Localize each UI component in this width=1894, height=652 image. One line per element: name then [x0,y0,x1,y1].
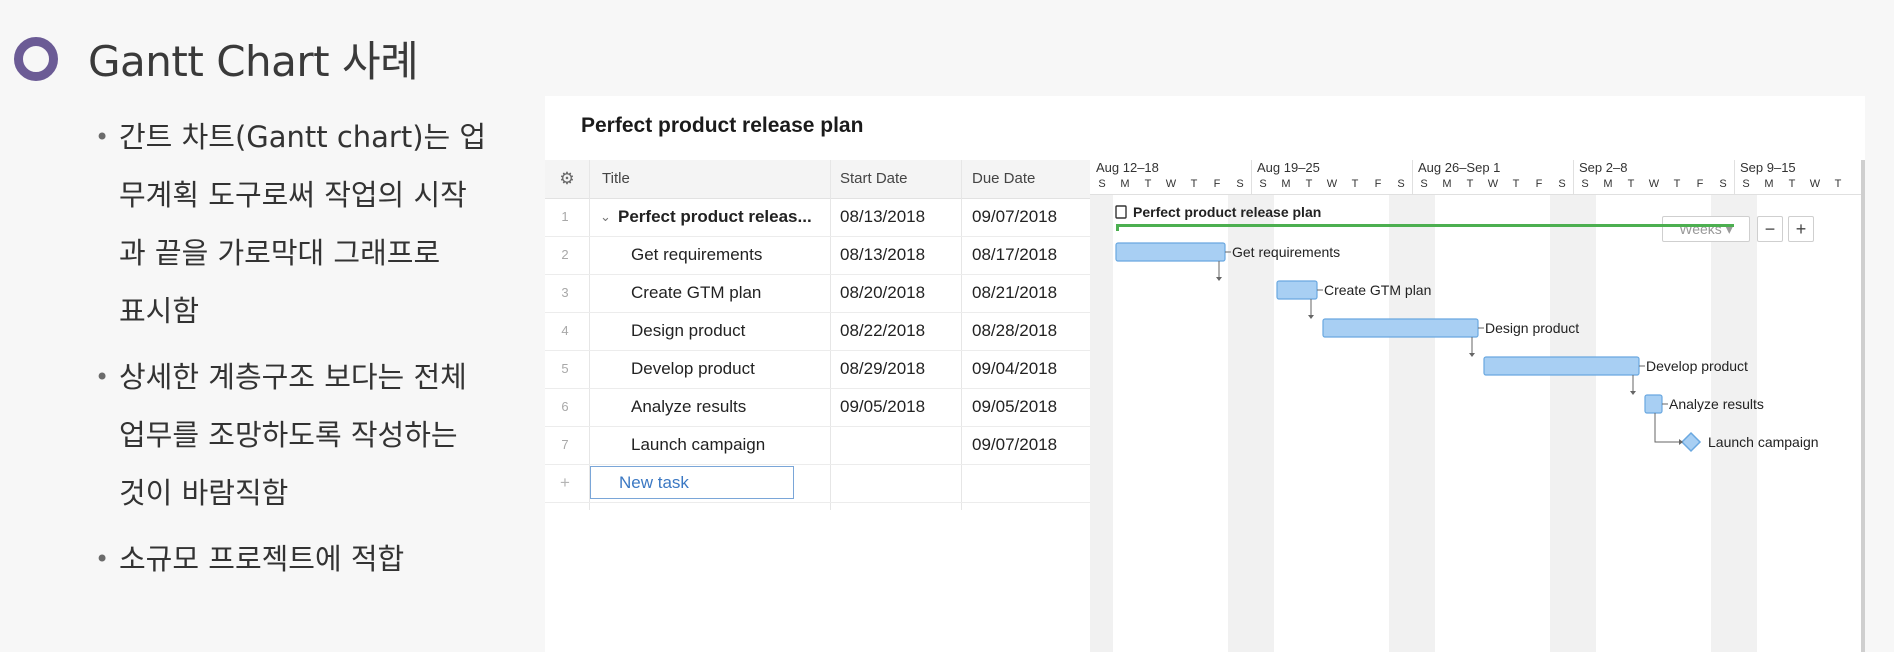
add-row-icon[interactable]: + [545,464,585,502]
task-due-date[interactable]: 08/28/2018 [972,312,1057,350]
bar-label: Create GTM plan [1324,282,1431,298]
document-icon [1115,205,1127,219]
task-due-date[interactable]: 08/21/2018 [972,274,1057,312]
task-title[interactable]: Get requirements [631,236,762,274]
table-row[interactable]: 3 Create GTM plan 08/20/2018 08/21/2018 [545,274,1090,313]
task-start-date[interactable]: 08/20/2018 [840,274,925,312]
table-row[interactable]: 1 ⌄ Perfect product releas... 08/13/2018… [545,198,1090,237]
bar-label: Design product [1485,320,1579,336]
milestone-diamond[interactable] [1680,431,1702,453]
bullet-list: 간트 차트(Gantt chart)는 업 무계획 도구로써 작업의 시작 과 … [95,108,525,596]
slide-heading: Gantt Chart 사례 [14,28,419,89]
task-title[interactable]: Develop product [631,350,755,388]
bullet-line: 것이 바람직함 [119,476,289,510]
gantt-app: Perfect product release plan ⚙ Title Sta… [545,96,1865,652]
table-row[interactable]: 4 Design product 08/22/2018 08/28/2018 [545,312,1090,351]
task-start-date[interactable]: 08/13/2018 [840,198,925,236]
summary-bar-cap [1116,224,1119,231]
task-start-date[interactable]: 09/05/2018 [840,388,925,426]
task-title[interactable]: Perfect product releas... [618,198,812,236]
grid-header: ⚙ Title Start Date Due Date [545,160,1090,199]
task-title[interactable]: Analyze results [631,388,746,426]
task-grid: ⚙ Title Start Date Due Date 1 ⌄ Perfect … [545,160,1090,652]
bullet-item: 간트 차트(Gantt chart)는 업 무계획 도구로써 작업의 시작 과 … [95,108,525,340]
gantt-bars: Perfect product release plan Get requirem… [1115,204,1819,453]
task-start-date[interactable]: 08/29/2018 [840,350,925,388]
bullet-line: 업무를 조망하도록 작성하는 [119,418,458,452]
summary-label: Perfect product release plan [1133,204,1321,220]
table-row[interactable]: 6 Analyze results 09/05/2018 09/05/2018 [545,388,1090,427]
new-task-row: + New task [545,464,1090,503]
row-number: 5 [561,361,569,376]
task-bar[interactable] [1644,394,1663,414]
bullet-item: 소규모 프로젝트에 적합 [95,530,525,588]
gantt-timeline: Weeks ▾ − + SMTWTFSSMTWTFSSMTWTFSSMTWTFS… [1090,160,1865,652]
bullet-line: 과 끝을 가로막대 그래프로 [119,236,441,270]
task-start-date[interactable]: 08/13/2018 [840,236,925,274]
row-number: 2 [561,247,569,262]
dependency-arrow-head [1630,391,1636,395]
task-due-date[interactable]: 09/07/2018 [972,198,1057,236]
bullet-item: 상세한 계층구조 보다는 전체 업무를 조망하도록 작성하는 것이 바람직함 [95,348,525,522]
dependency-arrow-head [1469,353,1475,357]
table-row[interactable]: 2 Get requirements 08/13/2018 08/17/2018 [545,236,1090,275]
column-header-title[interactable]: Title [602,160,630,198]
bullet-line: 상세한 계층구조 보다는 전체 [119,360,467,394]
dependency-arrow [1654,413,1679,443]
task-bar[interactable] [1115,242,1226,262]
row-number: 3 [561,285,569,300]
task-bar[interactable] [1483,356,1640,376]
dependency-arrow-head [1216,277,1222,281]
chevron-down-icon[interactable]: ⌄ [600,198,611,236]
table-row[interactable]: 7 Launch campaign 09/07/2018 [545,426,1090,465]
task-bar[interactable] [1276,280,1318,300]
bullet-line: 소규모 프로젝트에 적합 [119,542,405,576]
bullet-line: 표시함 [119,294,200,328]
task-title[interactable]: Create GTM plan [631,274,761,312]
dependency-arrow-head [1308,315,1314,319]
column-header-start-date[interactable]: Start Date [840,160,908,198]
task-due-date[interactable]: 09/04/2018 [972,350,1057,388]
task-bar[interactable] [1322,318,1479,338]
bullet-line: 무계획 도구로써 작업의 시작 [119,178,467,212]
new-task-input[interactable]: New task [590,466,794,499]
row-number: 1 [561,209,569,224]
bar-label: Get requirements [1232,244,1340,260]
task-due-date[interactable]: 09/07/2018 [972,426,1057,464]
task-start-date[interactable]: 08/22/2018 [840,312,925,350]
bar-label: Analyze results [1669,396,1764,412]
row-number: 6 [561,399,569,414]
bar-label: Develop product [1646,358,1748,374]
table-row[interactable]: 5 Develop product 08/29/2018 09/04/2018 [545,350,1090,389]
task-due-date[interactable]: 09/05/2018 [972,388,1057,426]
bullet-line: 간트 차트(Gantt chart)는 업 [119,120,487,154]
gear-icon[interactable]: ⚙ [545,160,589,198]
column-header-due-date[interactable]: Due Date [972,160,1035,198]
task-title[interactable]: Launch campaign [631,426,765,464]
bar-label: Launch campaign [1708,434,1819,450]
dependency-arrow-head [1679,439,1683,445]
ring-bullet-icon [14,36,58,81]
row-number: 7 [561,437,569,452]
summary-bar[interactable] [1116,224,1734,227]
task-title[interactable]: Design product [631,312,745,350]
task-due-date[interactable]: 08/17/2018 [972,236,1057,274]
project-title: Perfect product release plan [581,114,864,137]
slide-title: Gantt Chart 사례 [88,37,419,86]
row-number: 4 [561,323,569,338]
